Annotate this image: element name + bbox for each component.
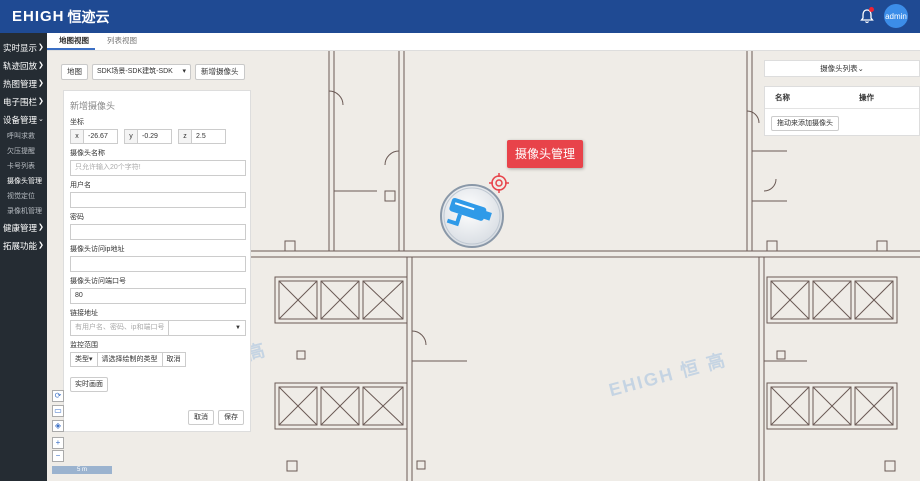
link-placeholder: 有用户名、密码、ip和端口号: [71, 321, 169, 335]
sidebar-item-heatmap[interactable]: 热图管理 ❯: [0, 75, 47, 93]
sidebar-item-label: 实时显示: [3, 43, 38, 53]
caret-down-icon: ▾: [89, 356, 93, 363]
name-label: 摄像头名称: [70, 150, 105, 157]
sidebar-item-label: 电子围栏: [3, 97, 38, 107]
user-name: admin: [885, 11, 907, 21]
sidebar-sub-sos[interactable]: 呼叫求救: [0, 129, 47, 144]
scope-cancel-button[interactable]: 取消: [162, 352, 186, 367]
y-prefix: y: [124, 129, 138, 144]
sidebar: 实时显示 ❯ 轨迹回放 ❯ 热图管理 ❯ 电子围栏 ❯ 设备管理 ⌄ 呼叫求救 欠压提醒 …: [0, 33, 47, 481]
cancel-button[interactable]: 取消: [188, 410, 214, 425]
sidebar-sub-cards[interactable]: 卡号列表: [0, 159, 47, 174]
chevron-right-icon: ❯: [38, 62, 44, 69]
sidebar-sub-nvr[interactable]: 录像机管理: [0, 204, 47, 219]
sidebar-item-health[interactable]: 健康管理 ❯: [0, 219, 47, 237]
notification-dot: [869, 7, 874, 12]
sidebar-item-fence[interactable]: 电子围栏 ❯: [0, 93, 47, 111]
z-input[interactable]: 2.5: [192, 129, 226, 144]
refresh-icon[interactable]: ⟳: [52, 390, 64, 402]
logo-latin: EHIGH: [12, 8, 65, 25]
link-select[interactable]: 有用户名、密码、ip和端口号 ▼: [70, 320, 246, 336]
chevron-right-icon: ❯: [38, 98, 44, 105]
camera-name-input[interactable]: 只允许输入20个字符!: [70, 160, 246, 176]
scene-select-value: SDK场景-SDK建筑-SDK: [97, 68, 173, 75]
chevron-down-icon: ⌄: [38, 116, 44, 123]
password-label: 密码: [70, 214, 84, 221]
view-tabs: 地图视图 列表视图: [47, 33, 920, 51]
username-input[interactable]: [70, 192, 246, 208]
password-input[interactable]: [70, 224, 246, 240]
port-label: 摄像头访问端口号: [70, 278, 126, 285]
x-prefix: x: [70, 129, 84, 144]
target-icon: [489, 173, 509, 193]
caret-down-icon: ▾: [182, 68, 186, 75]
sidebar-item-label: 设备管理: [3, 115, 38, 125]
sidebar-item-extend[interactable]: 拓展功能 ❯: [0, 237, 47, 255]
sidebar-sub-camera[interactable]: 摄像头管理: [0, 174, 47, 189]
port-input[interactable]: 80: [70, 288, 246, 304]
chevron-right-icon: ❯: [38, 242, 44, 249]
user-label: 用户名: [70, 182, 91, 189]
scope-row: 类型▾ 请选择绘制的类型 取消: [70, 352, 244, 367]
camera-list-header: 名称 操作: [765, 87, 919, 109]
sidebar-sub-visual[interactable]: 视觉定位: [0, 189, 47, 204]
camera-list-panel: 名称 操作 拖动来添加摄像头: [764, 86, 920, 136]
sidebar-item-label: 热图管理: [3, 79, 38, 89]
save-button[interactable]: 保存: [218, 410, 244, 425]
y-input[interactable]: -0.29: [138, 129, 172, 144]
form-title: 新增摄像头: [70, 101, 116, 111]
scope-hint: 请选择绘制的类型: [97, 352, 163, 367]
avatar[interactable]: admin: [884, 4, 908, 28]
sidebar-item-realtime[interactable]: 实时显示 ❯: [0, 39, 47, 57]
col-name: 名称: [775, 93, 790, 102]
sidebar-item-label: 拓展功能: [3, 241, 38, 251]
sidebar-item-label: 轨迹回放: [3, 61, 38, 71]
sidebar-item-device[interactable]: 设备管理 ⌄: [0, 111, 47, 129]
top-bar: EHIGH 恒迹云 admin: [0, 0, 920, 33]
drag-add-camera-button[interactable]: 拖动来添加摄像头: [771, 116, 839, 131]
ip-label: 摄像头访问ip地址: [70, 246, 125, 253]
tab-list-view[interactable]: 列表视图: [95, 35, 143, 50]
scale-bar: 5 m: [52, 466, 112, 474]
chevron-down-icon: ⌄: [857, 64, 864, 73]
camera-manage-tag: 摄像头管理: [507, 140, 584, 168]
add-camera-form: 新增摄像头 坐标 x -26.67 y -0.29 z 2.5 摄像头名称 只允…: [63, 90, 251, 432]
sidebar-item-label: 健康管理: [3, 223, 38, 233]
ip-input[interactable]: [70, 256, 246, 272]
chevron-right-icon: ❯: [38, 80, 44, 87]
x-input[interactable]: -26.67: [84, 129, 118, 144]
link-label: 链接地址: [70, 310, 98, 317]
map-toolbar: 地图 SDK场景-SDK建筑-SDK ▾ 新增摄像头: [61, 64, 245, 80]
map-label: 地图: [61, 64, 88, 80]
add-camera-button[interactable]: 新增摄像头: [195, 64, 245, 80]
coord-row: x -26.67 y -0.29 z 2.5: [70, 129, 244, 144]
logo-cn: 恒迹云: [67, 8, 110, 25]
coord-label: 坐标: [70, 119, 84, 126]
realtime-view-button[interactable]: 实时画面: [70, 377, 108, 392]
tab-map-view[interactable]: 地图视图: [47, 35, 95, 50]
logo[interactable]: EHIGH 恒迹云: [12, 7, 110, 27]
layers-icon[interactable]: ▭: [52, 405, 64, 417]
caret-down-icon: ▼: [235, 325, 241, 331]
sidebar-sub-low-battery[interactable]: 欠压提醒: [0, 144, 47, 159]
form-footer: 取消 保存: [188, 410, 244, 425]
zoom-out-icon[interactable]: −: [52, 450, 64, 462]
scope-label: 监控范围: [70, 342, 98, 349]
scope-type-dropdown[interactable]: 类型▾: [70, 352, 98, 367]
scene-select[interactable]: SDK场景-SDK建筑-SDK ▾: [92, 64, 191, 80]
locate-icon[interactable]: ◈: [52, 420, 64, 432]
z-prefix: z: [178, 129, 192, 144]
zoom-in-icon[interactable]: +: [52, 437, 64, 449]
scope-type-label: 类型: [75, 356, 89, 363]
sidebar-item-track[interactable]: 轨迹回放 ❯: [0, 57, 47, 75]
camera-list-toggle[interactable]: 摄像头列表⌄: [764, 60, 920, 77]
col-action: 操作: [859, 93, 874, 102]
chevron-right-icon: ❯: [38, 44, 44, 51]
camera-list-title: 摄像头列表: [820, 64, 858, 73]
chevron-right-icon: ❯: [38, 224, 44, 231]
